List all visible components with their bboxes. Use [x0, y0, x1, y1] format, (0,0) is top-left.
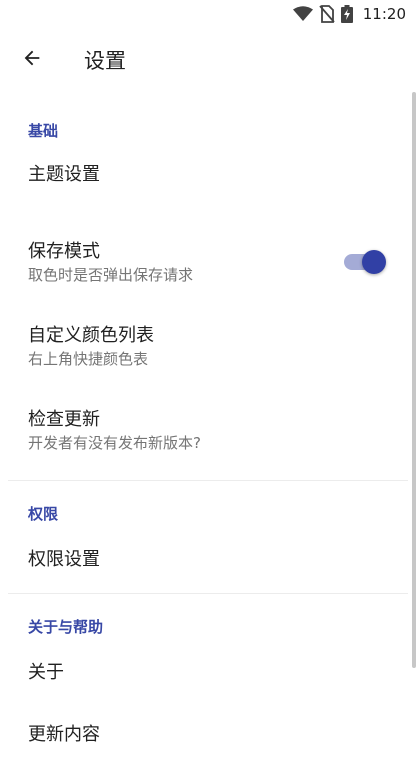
status-bar: 11:20 — [0, 0, 416, 28]
pref-theme-settings[interactable]: 主题设置 — [0, 150, 416, 200]
arrow-left-icon — [21, 47, 43, 73]
pref-text: 自定义颜色列表 右上角快捷颜色表 — [28, 324, 154, 369]
pref-text: 保存模式 取色时是否弹出保存请求 — [28, 240, 193, 285]
pref-title: 自定义颜色列表 — [28, 324, 154, 346]
pref-title: 保存模式 — [28, 240, 100, 262]
category-permissions: 权限 — [28, 505, 59, 523]
pref-permission-settings[interactable]: 权限设置 — [0, 535, 416, 585]
pref-summary: 开发者有没有发布新版本? — [28, 433, 201, 452]
scrollbar[interactable] — [412, 92, 416, 668]
pref-title: 权限设置 — [28, 549, 100, 570]
pref-title: 主题设置 — [28, 164, 100, 185]
switch-thumb — [362, 250, 386, 274]
pref-summary: 右上角快捷颜色表 — [28, 349, 149, 368]
pref-save-mode[interactable]: 保存模式 取色时是否弹出保存请求 — [0, 220, 416, 304]
pref-title: 检查更新 — [28, 408, 100, 430]
pref-about[interactable]: 关于 — [0, 648, 416, 698]
page-title: 设置 — [84, 49, 126, 73]
pref-text: 检查更新 开发者有没有发布新版本? — [28, 408, 201, 453]
category-basic: 基础 — [28, 122, 59, 140]
battery-charging-icon — [340, 5, 353, 23]
wifi-icon — [292, 6, 313, 22]
status-time: 11:20 — [362, 5, 406, 23]
pref-summary: 取色时是否弹出保存请求 — [28, 265, 194, 284]
category-about-help: 关于与帮助 — [28, 618, 104, 636]
pref-check-update[interactable]: 检查更新 开发者有没有发布新版本? — [0, 388, 416, 472]
pref-title: 关于 — [28, 662, 64, 683]
back-button[interactable] — [8, 36, 56, 84]
pref-changelog[interactable]: 更新内容 — [0, 710, 416, 760]
pref-custom-color-list[interactable]: 自定义颜色列表 右上角快捷颜色表 — [0, 304, 416, 388]
app-bar: 设置 — [0, 28, 416, 92]
save-mode-switch[interactable] — [344, 248, 386, 276]
settings-list[interactable]: 基础 主题设置 保存模式 取色时是否弹出保存请求 自定义颜色列表 右上角快捷颜色… — [0, 92, 416, 745]
no-sim-icon — [319, 5, 335, 23]
pref-title: 更新内容 — [28, 724, 100, 745]
